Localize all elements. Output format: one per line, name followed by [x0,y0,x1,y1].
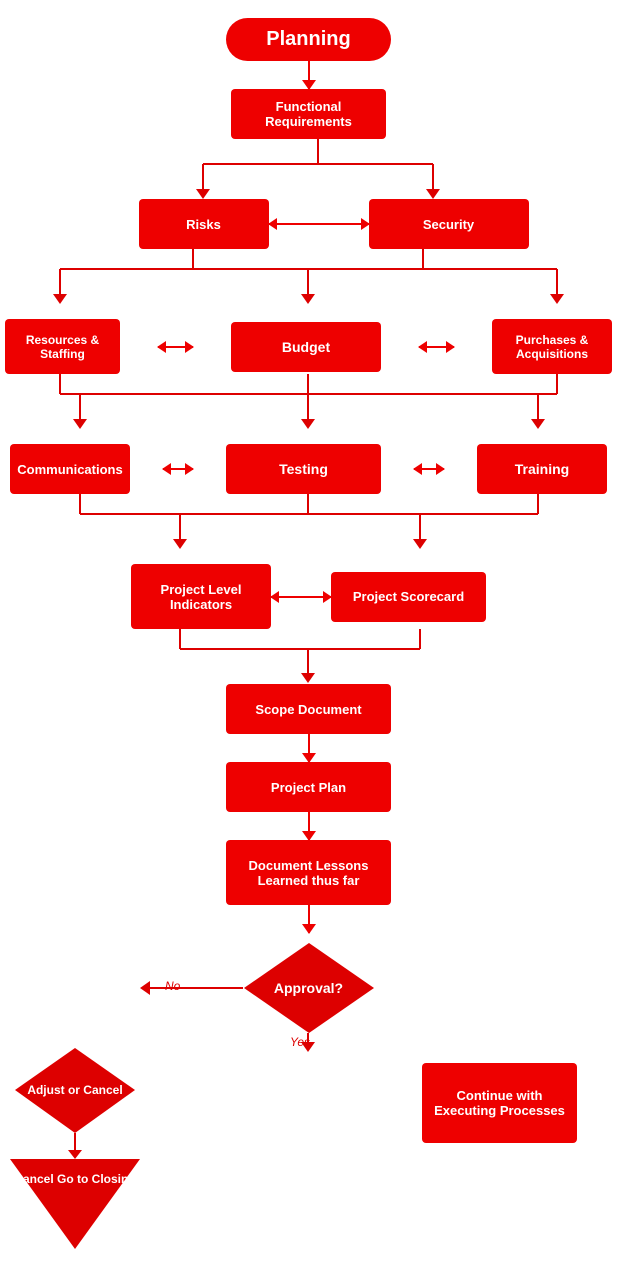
planning-node: Planning [226,18,390,61]
branch-to-row5 [0,494,617,564]
cancel-closing-triangle: Cancel Go to Closing [10,1159,140,1254]
purchases-acquisitions-node: Purchases & Acquisitions [492,319,612,374]
row-comms-testing-training: Communications Testing Training [0,444,617,494]
bottom-row: Adjust or Cancel Cancel Go to Closing Co… [0,1043,617,1254]
cancel-closing-label: Cancel Go to Closing [10,1171,140,1188]
project-plan-node: Project Plan [226,762,391,812]
arrow-adjust-to-cancel-closing [74,1133,76,1151]
arrow-scope-to-plan [308,734,310,762]
branch-to-row4 [0,374,617,444]
functional-requirements-node: Functional Requirements [231,89,386,139]
connector-svg-3 [0,374,617,444]
adjust-cancel-label: Adjust or Cancel [15,1048,135,1133]
arrow-planning-to-func [308,61,310,89]
row-pli-scorecard: Project Level Indicators Project Scoreca… [0,564,617,629]
branch-to-row3 [0,249,617,319]
branch-func-to-risks-security [10,139,607,199]
testing-node: Testing [226,444,381,494]
connector-svg-1 [10,139,617,199]
approval-arrows-svg [0,933,617,1043]
approval-section: Approval? No Yes [0,933,617,1043]
connector-svg-4 [0,494,617,564]
project-level-indicators-node: Project Level Indicators [131,564,271,629]
arrow-pli-scorecard [271,596,331,598]
no-label: No [165,977,180,995]
arrow-risks-security [269,223,369,225]
arrow-budget-purchases [419,346,454,348]
flowchart: Planning Functional Requirements Risks S… [0,0,617,1272]
project-scorecard-node: Project Scorecard [331,572,486,622]
document-lessons-node: Document Lessons Learned thus far [226,840,391,905]
budget-node: Budget [231,322,381,372]
adjust-cancel-section: Adjust or Cancel Cancel Go to Closing [10,1048,140,1254]
training-node: Training [477,444,607,494]
connector-svg-5 [0,629,617,684]
scope-document-node: Scope Document [226,684,391,734]
resources-staffing-node: Resources & Staffing [5,319,120,374]
arrow-lessons-to-approval [308,905,310,933]
security-node: Security [369,199,529,249]
arrow-resources-budget [158,346,193,348]
arrow-comms-testing [163,468,193,470]
risks-node: Risks [139,199,269,249]
arrow-plan-to-lessons [308,812,310,840]
adjust-cancel-diamond: Adjust or Cancel [15,1048,135,1133]
communications-node: Communications [10,444,130,494]
arrow-testing-training [414,468,444,470]
connector-to-scope [0,629,617,684]
row-risks-security: Risks Security [10,199,607,249]
continue-executing-node: Continue with Executing Processes [422,1063,577,1143]
connector-svg-2 [0,249,617,319]
continue-executing-section: Continue with Executing Processes [422,1058,577,1143]
row-resources-budget-purchases: Resources & Staffing Budget Purchases & … [0,319,617,374]
